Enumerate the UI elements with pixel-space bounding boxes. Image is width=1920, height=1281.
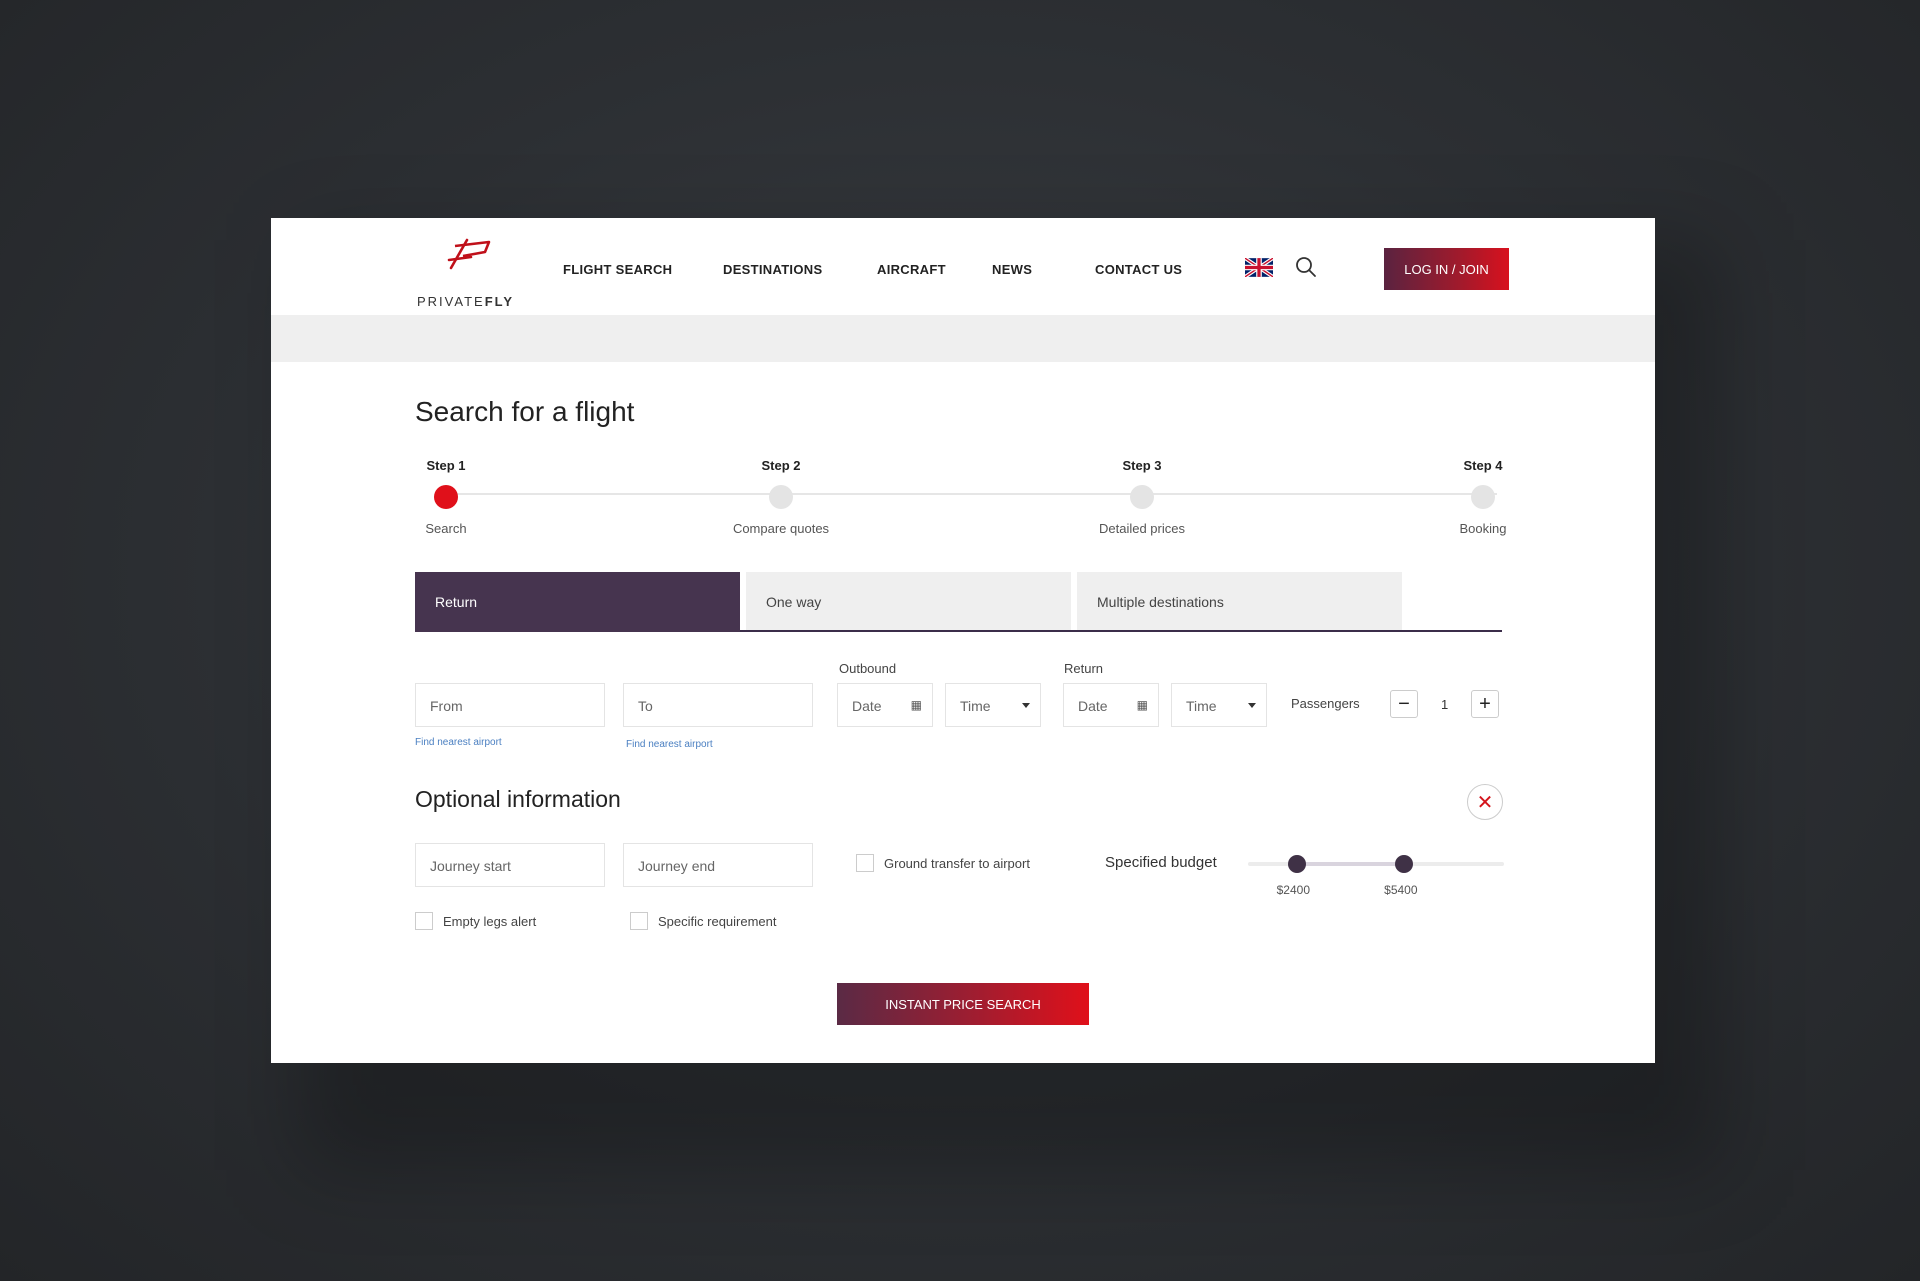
date-placeholder: Date — [1078, 698, 1108, 714]
progress-line — [439, 493, 1497, 495]
instant-price-search-button[interactable]: INSTANT PRICE SEARCH — [837, 983, 1089, 1025]
progress-step-3: Step 3 Detailed prices — [1062, 458, 1222, 536]
caret-down-icon — [1248, 703, 1256, 708]
budget-max-handle[interactable] — [1395, 855, 1414, 873]
nav-contact-us[interactable]: CONTACT US — [1095, 262, 1182, 277]
nav-aircraft[interactable]: AIRCRAFT — [877, 262, 946, 277]
passengers-label: Passengers — [1291, 696, 1360, 711]
increase-passengers-button[interactable]: + — [1471, 690, 1499, 718]
empty-legs-checkbox[interactable]: Empty legs alert — [415, 912, 536, 930]
journey-start-field[interactable]: Journey start — [415, 843, 605, 887]
to-field[interactable]: To — [623, 683, 813, 727]
web-page: PRIVATEFLY FLIGHT SEARCH DESTINATIONS AI… — [271, 218, 1655, 1063]
outbound-date-field[interactable]: Date ▦ — [837, 683, 933, 727]
step-description: Compare quotes — [732, 521, 830, 536]
time-placeholder: Time — [1186, 698, 1217, 714]
specific-requirement-checkbox[interactable]: Specific requirement — [630, 912, 777, 930]
return-label: Return — [1064, 661, 1104, 676]
budget-min-handle[interactable] — [1287, 855, 1306, 873]
header-band — [271, 315, 1655, 362]
step-dot — [1471, 485, 1495, 509]
trip-type-tabs: Return One way Multiple destinations — [415, 572, 1502, 632]
minus-icon: − — [1398, 692, 1410, 715]
time-placeholder: Time — [960, 698, 991, 714]
logo-mark-icon — [447, 238, 491, 270]
ground-transfer-checkbox[interactable]: Ground transfer to airport — [856, 854, 1030, 872]
step-description: Search — [425, 521, 467, 536]
logo-wordmark: PRIVATEFLY — [417, 294, 515, 309]
budget-range-fill — [1296, 862, 1405, 866]
checkbox-box — [415, 912, 433, 930]
budget-label: Specified budget — [1105, 854, 1217, 871]
step-dot-active — [434, 485, 458, 509]
caret-down-icon — [1022, 703, 1030, 708]
outbound-time-select[interactable]: Time — [945, 683, 1041, 727]
close-icon: ✕ — [1476, 791, 1494, 814]
search-icon[interactable] — [1295, 256, 1317, 278]
step-dot — [1130, 485, 1154, 509]
progress-step-4: Step 4 Booking — [1403, 458, 1563, 536]
step-description: Detailed prices — [1099, 521, 1185, 536]
checkbox-label: Empty legs alert — [443, 913, 537, 929]
date-placeholder: Date — [852, 698, 882, 714]
passengers-count: 1 — [1441, 697, 1449, 712]
optional-info-title: Optional information — [415, 786, 621, 812]
tab-return[interactable]: Return — [415, 572, 740, 632]
budget-min-value: $2400 — [1276, 883, 1310, 897]
budget-max-value: $5400 — [1384, 883, 1418, 897]
nav-flight-search[interactable]: FLIGHT SEARCH — [563, 262, 672, 277]
progress-step-2: Step 2 Compare quotes — [701, 458, 861, 536]
page-title: Search for a flight — [415, 396, 635, 427]
checkbox-label: Specific requirement — [658, 913, 777, 929]
tab-one-way[interactable]: One way — [746, 572, 1071, 630]
step-label: Step 1 — [426, 458, 466, 473]
find-nearest-airport-link[interactable]: Find nearest airport — [626, 739, 713, 750]
calendar-icon: ▦ — [1136, 698, 1148, 712]
checkbox-box — [630, 912, 648, 930]
return-date-field[interactable]: Date ▦ — [1063, 683, 1159, 727]
progress-step-1: Step 1 Search — [366, 458, 526, 536]
return-time-select[interactable]: Time — [1171, 683, 1267, 727]
calendar-icon: ▦ — [910, 698, 922, 712]
uk-flag-icon[interactable] — [1245, 258, 1273, 277]
site-header: PRIVATEFLY FLIGHT SEARCH DESTINATIONS AI… — [271, 218, 1655, 315]
step-label: Step 3 — [1122, 458, 1162, 473]
from-field[interactable]: From — [415, 683, 605, 727]
checkbox-box — [856, 854, 874, 872]
tab-multiple-destinations[interactable]: Multiple destinations — [1077, 572, 1402, 630]
privatefly-logo[interactable]: PRIVATEFLY — [417, 236, 527, 309]
step-label: Step 2 — [761, 458, 801, 473]
step-description: Booking — [1459, 521, 1507, 536]
budget-slider[interactable] — [1248, 855, 1504, 873]
step-dot — [769, 485, 793, 509]
login-join-button[interactable]: LOG IN / JOIN — [1384, 248, 1509, 290]
nav-news[interactable]: NEWS — [992, 262, 1032, 277]
nav-destinations[interactable]: DESTINATIONS — [723, 262, 822, 277]
plus-icon: + — [1479, 692, 1491, 715]
close-optional-button[interactable]: ✕ — [1467, 784, 1503, 820]
journey-end-field[interactable]: Journey end — [623, 843, 813, 887]
checkbox-label: Ground transfer to airport — [884, 855, 1030, 871]
outbound-label: Outbound — [839, 661, 897, 676]
step-label: Step 4 — [1463, 458, 1503, 473]
decrease-passengers-button[interactable]: − — [1390, 690, 1418, 718]
find-nearest-airport-link[interactable]: Find nearest airport — [415, 737, 502, 748]
